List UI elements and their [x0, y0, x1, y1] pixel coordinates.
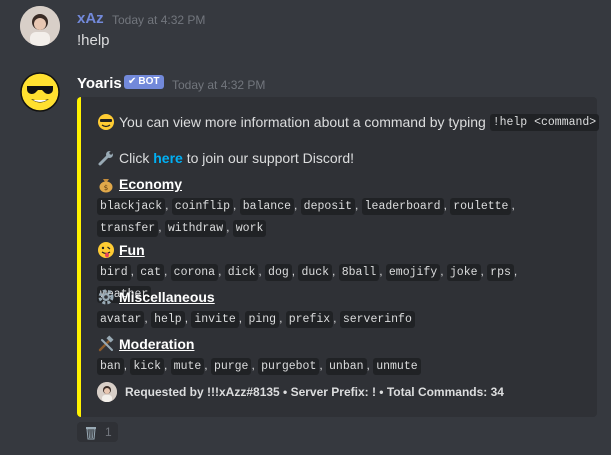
embed-intro: You can view more information about a co…	[97, 113, 600, 131]
user-photo-icon	[97, 382, 117, 402]
footer-avatar	[97, 382, 117, 402]
bot-tag: ✔ BOT	[124, 75, 164, 89]
sunglasses-face-icon	[20, 72, 60, 112]
money-bag-icon: $	[99, 179, 113, 193]
command-chip: help	[151, 311, 185, 328]
command-chip: coinflip	[171, 198, 234, 215]
tongue-face-icon	[98, 242, 114, 258]
sunglasses-face-icon	[98, 114, 114, 130]
command-chip: unmute	[373, 358, 421, 375]
field-fun-header: Fun	[97, 241, 145, 259]
gear-icon	[98, 289, 114, 305]
command-chip: work	[232, 220, 267, 237]
field-economy-commands: blackjack, coinflip, balance, deposit, l…	[97, 195, 567, 239]
command-chip: mute	[170, 358, 205, 375]
bot-tag-label: BOT	[138, 76, 160, 87]
check-icon: ✔	[128, 76, 137, 87]
embed-footer: Requested by !!!xAzz#8135 • Server Prefi…	[97, 382, 504, 402]
embed-intro-code: !help <command>	[489, 113, 600, 131]
command-chip: unban	[326, 358, 367, 375]
bot-timestamp: Today at 4:32 PM	[172, 78, 266, 92]
field-moderation-commands: ban, kick, mute, purge, purgebot, unban,…	[97, 355, 567, 377]
field-economy-header: $ Economy	[97, 175, 182, 193]
command-chip: invite	[191, 311, 239, 328]
field-title: Moderation	[119, 336, 195, 352]
field-misc-commands: avatar, help, invite, ping, prefix, serv…	[97, 308, 567, 330]
user-avatar[interactable]	[20, 6, 60, 46]
wastebasket-icon	[86, 427, 96, 440]
command-chip: corona	[170, 264, 219, 281]
bot-avatar[interactable]	[20, 72, 60, 112]
field-title: Fun	[119, 242, 145, 258]
field-moderation-header: Moderation	[97, 335, 194, 353]
command-chip: kick	[130, 358, 164, 375]
message-text: !help	[77, 32, 110, 49]
command-chip: purgebot	[258, 358, 320, 375]
field-title: Economy	[119, 176, 183, 192]
field-title: Miscellaneous	[119, 289, 215, 305]
command-chip: dick	[224, 264, 259, 281]
command-chip: prefix	[285, 311, 334, 328]
wrench-icon	[98, 151, 113, 166]
support-link[interactable]: here	[153, 150, 183, 166]
reaction-button[interactable]: 1	[77, 422, 118, 442]
embed-support: Click here to join our support Discord!	[97, 149, 354, 167]
hammer-wrench-icon	[98, 335, 114, 352]
command-chip: rps	[487, 264, 514, 281]
command-chip: duck	[298, 264, 333, 281]
reaction-count: 1	[105, 425, 112, 439]
command-chip: emojify	[385, 264, 441, 281]
command-chip: leaderboard	[361, 198, 444, 215]
command-chip: avatar	[97, 311, 145, 328]
command-chip: cat	[137, 264, 164, 281]
support-text-post: to join our support Discord!	[186, 150, 355, 166]
embed-intro-text: You can view more information about a co…	[119, 114, 486, 130]
command-chip: serverinfo	[339, 311, 415, 328]
command-chip: roulette	[450, 198, 512, 215]
field-misc-header: Miscellaneous	[97, 288, 215, 306]
bot-username[interactable]: Yoaris	[77, 75, 122, 92]
command-chip: ping	[245, 311, 280, 328]
timestamp: Today at 4:32 PM	[112, 13, 206, 27]
user-photo-icon	[20, 6, 60, 46]
command-chip: bird	[97, 264, 131, 281]
command-chip: ban	[97, 358, 124, 375]
svg-text:$: $	[104, 184, 108, 192]
command-chip: joke	[446, 264, 481, 281]
username[interactable]: xAz	[77, 10, 104, 27]
command-chip: purge	[210, 358, 252, 375]
command-chip: blackjack	[97, 198, 166, 215]
command-chip: dog	[265, 264, 292, 281]
command-chip: transfer	[97, 220, 159, 237]
support-text-pre: Click	[119, 150, 150, 166]
command-chip: balance	[239, 198, 294, 215]
command-chip: withdraw	[164, 220, 227, 237]
footer-text: Requested by !!!xAzz#8135 • Server Prefi…	[125, 385, 504, 399]
command-chip: 8ball	[338, 264, 380, 281]
command-chip: deposit	[300, 198, 355, 215]
help-embed: You can view more information about a co…	[77, 97, 600, 417]
